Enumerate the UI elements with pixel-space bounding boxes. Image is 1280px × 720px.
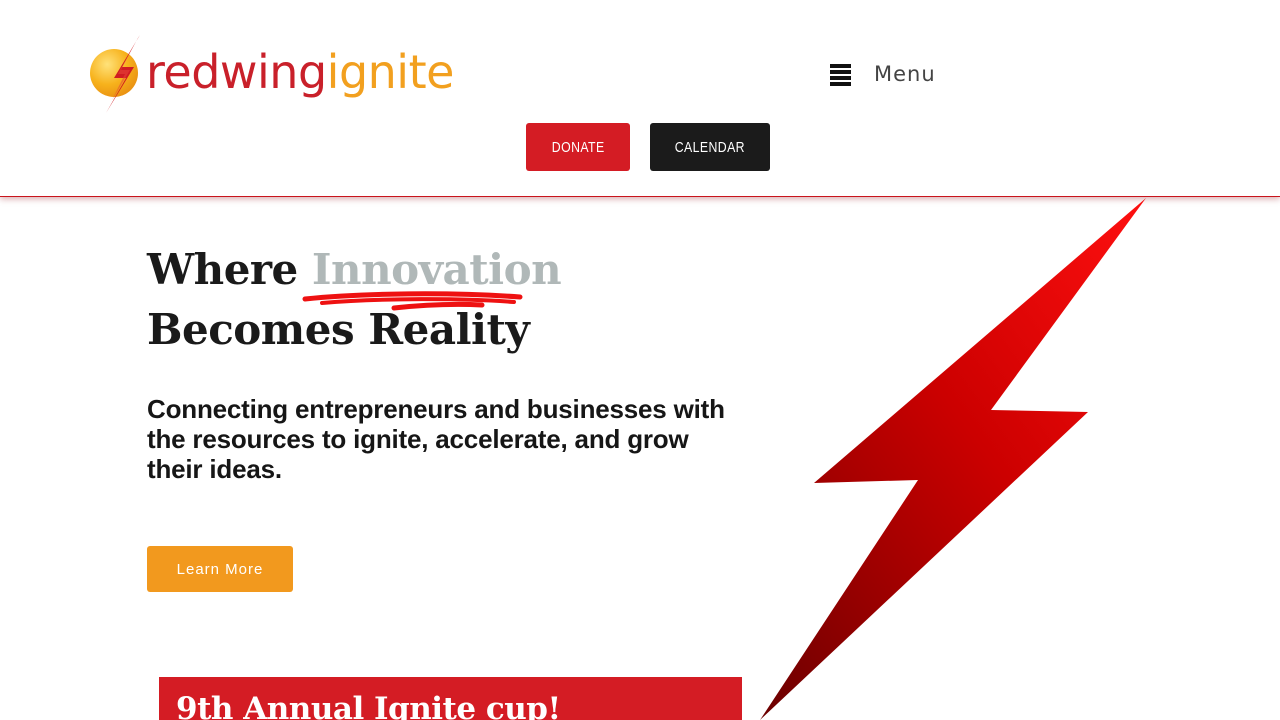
headline-prefix: Where — [147, 245, 298, 294]
hamburger-icon — [828, 62, 852, 86]
logo-bolt-icon — [106, 35, 140, 113]
donate-button-label: DONATE — [551, 138, 605, 156]
lightning-bolt-graphic — [760, 198, 1146, 720]
logo-word-ignite: ignite — [326, 45, 455, 99]
hero-headline: Where Innovation Becomes Reality — [147, 240, 562, 360]
event-banner: 9th Annual Ignite cup! — [159, 677, 742, 720]
calendar-button-label: CALENDAR — [674, 138, 746, 156]
hero-subheadline: Connecting entrepreneurs and businesses … — [147, 394, 725, 484]
logo-word-redwing: redwing — [146, 45, 327, 99]
menu-toggle[interactable]: Menu — [828, 56, 968, 92]
headline-line-1: Where Innovation — [147, 240, 562, 311]
site-header: redwingignite Menu DONATE CALENDAR — [0, 0, 1280, 197]
brush-underline-graphic — [302, 291, 523, 311]
page: redwingignite Menu DONATE CALENDAR Where — [0, 0, 1280, 720]
calendar-button[interactable]: CALENDAR — [650, 123, 770, 171]
learn-more-button[interactable]: Learn More — [147, 546, 293, 592]
logo-wordmark: redwingignite — [146, 40, 454, 104]
site-logo[interactable]: redwingignite — [88, 34, 468, 114]
headline-accent-text: Innovation — [311, 245, 562, 294]
learn-more-label: Learn More — [176, 560, 264, 578]
event-banner-title: 9th Annual Ignite cup! — [176, 691, 561, 720]
donate-button[interactable]: DONATE — [526, 123, 630, 171]
headline-accent: Innovation — [302, 245, 562, 311]
menu-label: Menu — [874, 62, 936, 86]
